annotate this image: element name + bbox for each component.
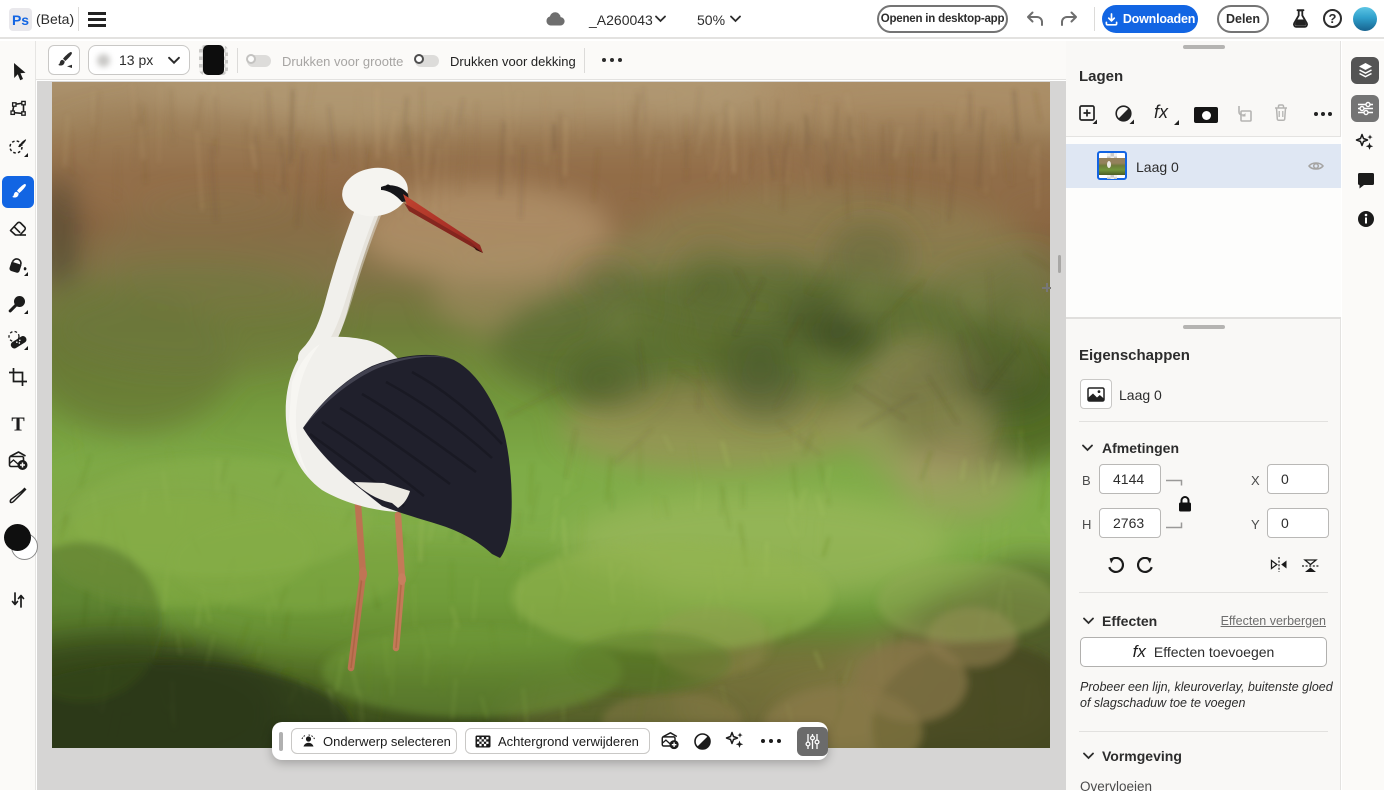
svg-text:T: T	[11, 414, 25, 434]
